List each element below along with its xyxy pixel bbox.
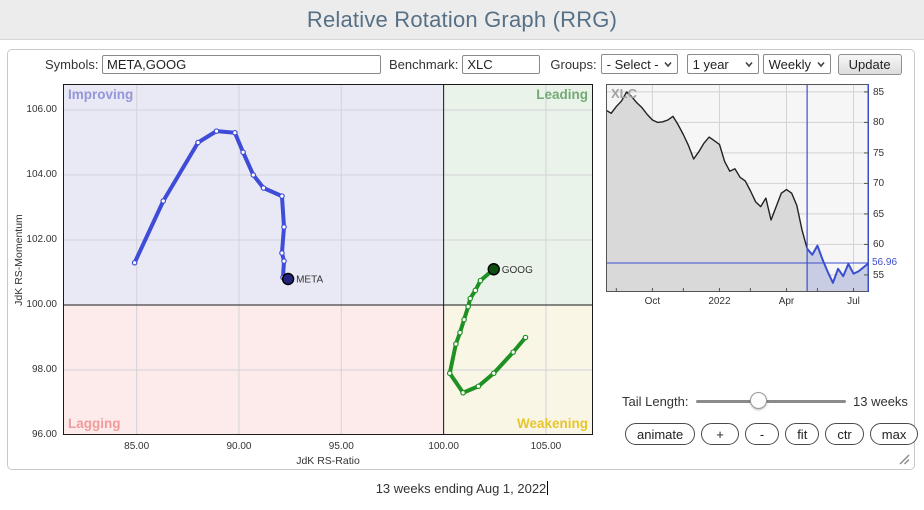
- y-tick-label: 104.00: [19, 169, 57, 180]
- y-tick-label: 106.00: [19, 104, 57, 115]
- chevron-down-icon: [816, 59, 826, 69]
- head-GOOG: [488, 264, 499, 275]
- groups-label: Groups:: [550, 57, 596, 72]
- rrg-quadrant-chart[interactable]: METAGOOG Improving Leading Lagging Weake…: [63, 84, 593, 435]
- benchmark-plot-svg: [606, 84, 869, 292]
- benchmark-y-tick-label: 85: [873, 87, 903, 98]
- benchmark-y-tick-label: 80: [873, 117, 903, 128]
- benchmark-y-tick-label: 55: [873, 270, 903, 281]
- rrg-x-axis: 85.00 90.00 95.00 100.00 105.00: [63, 435, 593, 449]
- zoom-out-button[interactable]: -: [745, 423, 779, 445]
- x-tick-label: 95.00: [316, 441, 366, 452]
- benchmark-label: Benchmark:: [389, 57, 458, 72]
- y-tick-label: 96.00: [19, 429, 57, 440]
- chart-action-buttons: animate + - fit ctr max: [625, 423, 918, 445]
- status-text: 13 weeks ending Aug 1, 2022: [376, 481, 547, 496]
- x-tick-label: 105.00: [521, 441, 571, 452]
- benchmark-x-tick-label: 2022: [699, 296, 739, 307]
- benchmark-symbol-watermark: XLC: [611, 86, 637, 101]
- rrg-app: Relative Rotation Graph (RRG) Symbols: B…: [0, 0, 924, 510]
- chevron-down-icon: [744, 59, 754, 69]
- benchmark-input[interactable]: [462, 55, 540, 74]
- tail-length-slider[interactable]: [696, 400, 846, 403]
- series-label-GOOG: GOOG: [502, 265, 533, 276]
- max-button[interactable]: max: [870, 423, 919, 445]
- slider-handle[interactable]: [750, 392, 767, 409]
- symbols-label: Symbols:: [45, 57, 96, 72]
- period-select-value: 1 year: [693, 57, 729, 72]
- benchmark-x-tick-label: Jul: [834, 296, 874, 307]
- groups-select[interactable]: - Select -: [601, 54, 678, 74]
- benchmark-x-tick-label: Oct: [632, 296, 672, 307]
- benchmark-y-tick-label: 75: [873, 148, 903, 159]
- symbols-input[interactable]: [102, 55, 381, 74]
- rrg-y-axis-title: JdK RS-Momentum: [13, 200, 25, 320]
- x-tick-label: 85.00: [112, 441, 162, 452]
- page-title: Relative Rotation Graph (RRG): [0, 0, 924, 40]
- animate-button[interactable]: animate: [625, 423, 695, 445]
- rrg-y-axis: 96.0098.00100.00102.00104.00106.00: [19, 84, 63, 435]
- groups-select-value: - Select -: [607, 57, 659, 72]
- benchmark-x-tick-label: Apr: [766, 296, 806, 307]
- tail-META: [135, 131, 288, 279]
- x-tick-label: 100.00: [419, 441, 469, 452]
- tail-length-value: 13 weeks: [853, 394, 908, 409]
- rrg-plot-svg: META GOOG: [63, 84, 593, 435]
- benchmark-last-price-label: 56.96: [872, 257, 908, 268]
- text-caret: [547, 481, 548, 495]
- benchmark-mini-chart[interactable]: XLC 85 80 75 70 65 60 55 56.96 Oct 2022 Apr Jul: [606, 84, 906, 324]
- update-button[interactable]: Update: [838, 54, 902, 75]
- series-label-META: META: [296, 275, 323, 286]
- chevron-down-icon: [663, 59, 673, 69]
- resize-handle-icon[interactable]: [896, 451, 910, 465]
- zoom-in-button[interactable]: +: [701, 423, 739, 445]
- center-button[interactable]: ctr: [825, 423, 863, 445]
- rrg-widget: Symbols: Benchmark: Groups: - Select - 1…: [7, 49, 915, 470]
- frequency-select[interactable]: Weekly: [763, 54, 831, 74]
- app-header: Relative Rotation Graph (RRG): [0, 0, 924, 40]
- x-tick-label: 90.00: [214, 441, 264, 452]
- fit-button[interactable]: fit: [785, 423, 819, 445]
- tail-length-label: Tail Length:: [622, 394, 689, 409]
- head-META: [283, 274, 294, 285]
- period-select[interactable]: 1 year: [687, 54, 759, 74]
- controls-bar: Symbols: Benchmark: Groups: - Select - 1…: [8, 52, 914, 76]
- benchmark-y-tick-label: 70: [873, 178, 903, 189]
- rrg-x-axis-title: JdK RS-Ratio: [63, 455, 593, 467]
- benchmark-y-tick-label: 65: [873, 209, 903, 220]
- y-tick-label: 98.00: [19, 364, 57, 375]
- benchmark-y-tick-label: 60: [873, 239, 903, 250]
- status-bar: 13 weeks ending Aug 1, 2022: [0, 481, 924, 496]
- frequency-select-value: Weekly: [769, 57, 811, 72]
